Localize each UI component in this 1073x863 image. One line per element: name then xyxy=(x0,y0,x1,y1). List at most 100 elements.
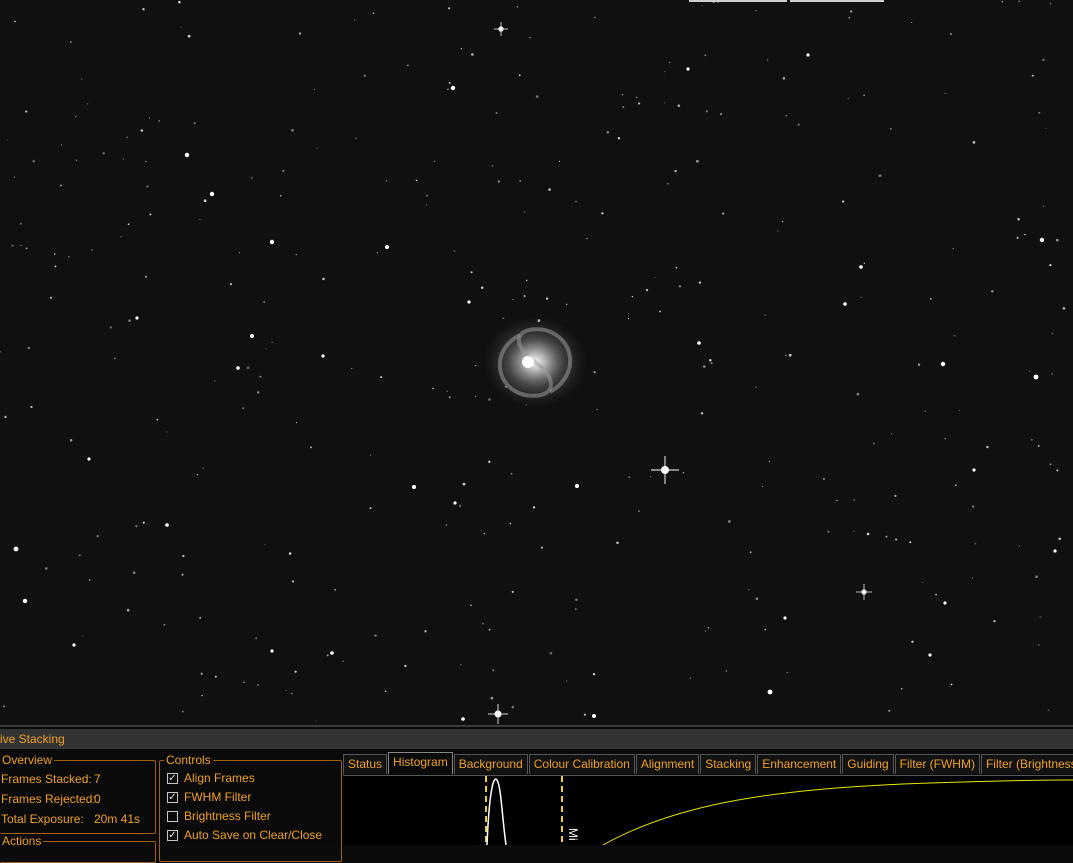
star xyxy=(446,390,449,392)
star xyxy=(943,601,947,605)
star xyxy=(290,692,293,695)
star xyxy=(213,380,216,382)
star xyxy=(509,522,512,525)
tab-filter-fwhm[interactable]: Filter (FWHM) xyxy=(894,754,980,774)
star xyxy=(953,334,956,337)
galaxy xyxy=(483,316,587,408)
star xyxy=(406,64,409,67)
histogram-plot[interactable]: Mi xyxy=(343,775,1073,846)
star xyxy=(96,535,99,538)
star xyxy=(622,106,625,108)
star xyxy=(199,218,201,221)
frames-stacked-row: Frames Stacked: 7 xyxy=(1,772,101,786)
star xyxy=(257,391,260,394)
star xyxy=(469,604,472,607)
star xyxy=(315,720,317,722)
star xyxy=(566,680,568,682)
tab-guiding[interactable]: Guiding xyxy=(842,754,894,774)
star xyxy=(181,710,184,713)
star xyxy=(271,341,273,343)
star xyxy=(704,54,707,57)
star xyxy=(282,169,285,173)
star xyxy=(142,8,145,11)
star xyxy=(199,616,202,619)
align-frames-label: Align Frames xyxy=(184,771,255,785)
star xyxy=(645,288,649,292)
star xyxy=(856,392,860,396)
star xyxy=(1062,307,1066,310)
star xyxy=(313,88,316,90)
tab-stacking[interactable]: Stacking xyxy=(700,754,757,774)
star xyxy=(1038,644,1040,646)
star xyxy=(1058,537,1062,541)
star xyxy=(316,147,318,149)
star xyxy=(704,630,707,632)
star xyxy=(243,681,245,684)
tab-alignment[interactable]: Alignment xyxy=(635,754,700,774)
star xyxy=(180,26,182,28)
star xyxy=(1018,545,1021,547)
align-frames-check-icon[interactable]: ✓ xyxy=(167,772,178,784)
star xyxy=(502,317,505,320)
tab-enhancement[interactable]: Enhancement xyxy=(757,754,842,774)
frames-rejected-label: Frames Rejected: xyxy=(1,792,96,806)
star xyxy=(342,660,344,662)
tab-colour-calibration[interactable]: Colour Calibration xyxy=(528,754,635,774)
star xyxy=(537,319,541,322)
star xyxy=(259,375,262,378)
brightness-filter-check-icon[interactable] xyxy=(167,810,178,822)
tab-histogram[interactable]: Histogram xyxy=(388,752,453,774)
star xyxy=(295,253,298,256)
star xyxy=(1037,444,1040,447)
star xyxy=(847,98,849,100)
star xyxy=(1039,616,1041,618)
auto-save-check-icon[interactable]: ✓ xyxy=(167,829,178,841)
star xyxy=(255,637,258,640)
star xyxy=(1031,74,1034,77)
tab-filter-brightness[interactable]: Filter (Brightness xyxy=(980,754,1073,774)
star xyxy=(888,709,891,712)
star xyxy=(900,687,903,690)
star xyxy=(209,191,215,197)
fwhm-filter-check-icon[interactable]: ✓ xyxy=(167,791,178,803)
star xyxy=(822,477,825,480)
star xyxy=(725,670,727,672)
star xyxy=(374,634,377,637)
star xyxy=(13,546,19,552)
star xyxy=(885,535,888,538)
frames-rejected-value: 0 xyxy=(94,792,101,806)
tab-background[interactable]: Background xyxy=(453,754,528,774)
star xyxy=(952,247,954,250)
star xyxy=(710,362,713,365)
star xyxy=(24,599,26,601)
star xyxy=(447,88,449,91)
stretch-curve xyxy=(602,779,1073,846)
star xyxy=(60,144,63,146)
star xyxy=(310,446,312,449)
fwhm-filter-checkbox[interactable]: ✓ FWHM Filter xyxy=(167,790,251,804)
star xyxy=(497,180,500,183)
align-frames-checkbox[interactable]: ✓ Align Frames xyxy=(167,771,255,785)
star xyxy=(924,410,927,412)
star xyxy=(949,32,953,36)
star xyxy=(1024,233,1026,236)
star xyxy=(1035,575,1038,579)
star xyxy=(755,9,757,12)
star xyxy=(889,127,892,130)
star xyxy=(445,524,448,526)
star xyxy=(369,454,371,456)
stacked-image-view[interactable] xyxy=(0,0,1073,725)
star xyxy=(1001,0,1004,3)
star xyxy=(972,505,975,508)
star xyxy=(250,177,253,179)
brightness-filter-checkbox[interactable]: Brightness Filter xyxy=(167,809,271,823)
auto-save-checkbox[interactable]: ✓ Auto Save on Clear/Close xyxy=(167,828,322,842)
star xyxy=(448,81,451,85)
star xyxy=(91,249,93,251)
star xyxy=(132,571,136,575)
star xyxy=(940,361,946,367)
star xyxy=(1038,111,1041,114)
star xyxy=(135,524,138,528)
star xyxy=(102,152,105,155)
tab-status[interactable]: Status xyxy=(343,754,388,774)
